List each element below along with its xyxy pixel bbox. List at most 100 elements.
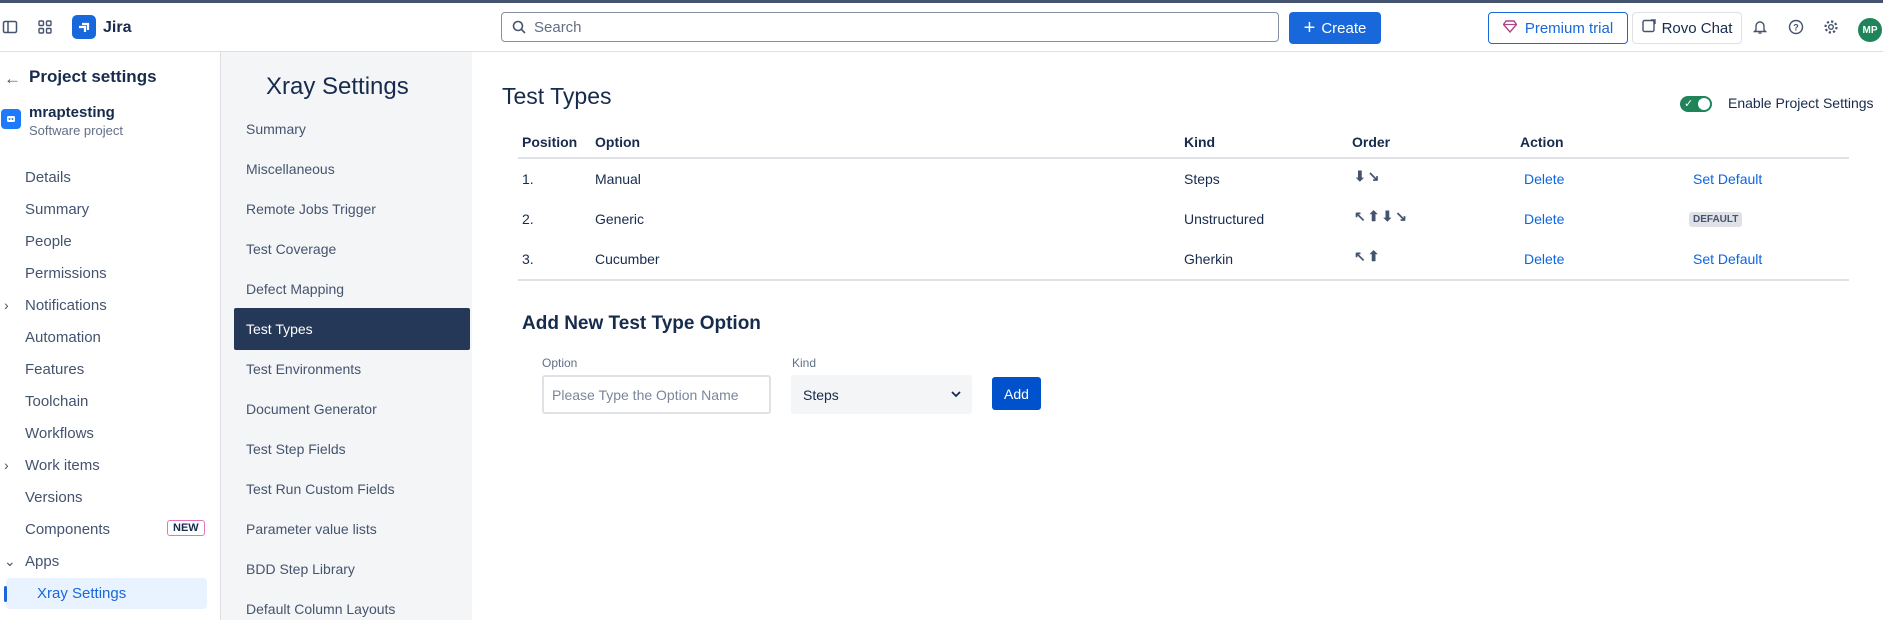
- project-name: mraptesting: [29, 104, 115, 121]
- table-bottom-divider: [518, 279, 1849, 281]
- default-badge: DEFAULT: [1689, 212, 1743, 227]
- svg-text:?: ?: [1793, 23, 1799, 33]
- row-kind: Gherkin: [1184, 251, 1234, 267]
- xray-nav-defect-mapping[interactable]: Defect Mapping: [234, 269, 470, 309]
- new-badge: NEW: [167, 520, 205, 536]
- xray-nav-test-types[interactable]: Test Types: [234, 308, 470, 350]
- chevron-down-icon[interactable]: ⌄: [4, 553, 16, 570]
- row-option: Generic: [595, 211, 645, 227]
- add-button[interactable]: Add: [992, 377, 1041, 410]
- project-avatar-icon: [1, 109, 21, 129]
- xray-nav-default-column-layouts[interactable]: Default Column Layouts: [234, 589, 470, 629]
- column-header-action: Action: [1520, 134, 1564, 150]
- sidebar-item-components[interactable]: Components: [25, 521, 110, 538]
- project-type: Software project: [29, 123, 123, 138]
- help-icon[interactable]: ?: [1786, 17, 1806, 37]
- page-title: Test Types: [502, 83, 612, 109]
- toggle-knob: [1698, 98, 1710, 110]
- row-position: 2.: [522, 211, 534, 227]
- row-position: 1.: [522, 171, 534, 187]
- xray-nav-test-run-custom-fields[interactable]: Test Run Custom Fields: [234, 469, 470, 509]
- sidebar-item-toolchain[interactable]: Toolchain: [25, 393, 88, 410]
- app-name[interactable]: Jira: [103, 19, 131, 37]
- delete-link[interactable]: Delete: [1524, 251, 1564, 267]
- project-settings-title: Project settings: [29, 67, 157, 86]
- xray-nav-test-step-fields[interactable]: Test Step Fields: [234, 429, 470, 469]
- column-header-option: Option: [595, 134, 641, 150]
- order-arrows[interactable]: ⬇↘: [1354, 168, 1381, 185]
- column-header-order: Order: [1352, 134, 1391, 150]
- option-name-input[interactable]: [542, 375, 771, 414]
- plus-icon: +: [1303, 17, 1316, 39]
- column-header-kind: Kind: [1184, 134, 1216, 150]
- sidebar-item-work-items[interactable]: Work items: [25, 457, 100, 474]
- active-indicator: [4, 586, 7, 602]
- premium-trial-button[interactable]: Premium trial: [1488, 12, 1628, 44]
- search-placeholder: Search: [534, 18, 582, 36]
- option-field-label: Option: [542, 356, 578, 370]
- sidebar-item-apps[interactable]: Apps: [25, 553, 59, 570]
- back-arrow-icon[interactable]: ←: [4, 69, 21, 89]
- delete-link[interactable]: Delete: [1524, 171, 1564, 187]
- search-input[interactable]: Search: [501, 12, 1279, 42]
- rovo-chat-button[interactable]: Rovo Chat: [1632, 12, 1742, 44]
- table-header-divider: [518, 157, 1849, 159]
- add-option-heading: Add New Test Type Option: [522, 313, 761, 334]
- xray-nav-test-coverage[interactable]: Test Coverage: [234, 229, 470, 269]
- set-default-link[interactable]: Set Default: [1693, 251, 1762, 267]
- sidebar-item-xray-settings[interactable]: Xray Settings: [37, 585, 126, 602]
- xray-settings-sidebar: Xray Settings Summary Miscellaneous Remo…: [221, 52, 472, 620]
- sidebar-item-versions[interactable]: Versions: [25, 489, 83, 506]
- xray-nav-summary[interactable]: Summary: [234, 109, 470, 149]
- search-icon: [512, 20, 526, 38]
- top-navigation-bar: Jira Search + Create Premium trial Rovo …: [0, 3, 1883, 52]
- sidebar-item-features[interactable]: Features: [25, 361, 84, 378]
- xray-nav-bdd-step-library[interactable]: BDD Step Library: [234, 549, 470, 589]
- row-kind: Unstructured: [1184, 211, 1265, 227]
- rovo-label: Rovo Chat: [1661, 19, 1733, 37]
- chevron-down-icon: [950, 387, 962, 403]
- enable-project-settings-toggle[interactable]: ✓: [1680, 96, 1712, 112]
- sidebar-item-workflows[interactable]: Workflows: [25, 425, 94, 442]
- kind-field-label: Kind: [792, 356, 817, 370]
- xray-nav-parameter-value-lists[interactable]: Parameter value lists: [234, 509, 470, 549]
- create-label: Create: [1321, 19, 1367, 37]
- order-arrows[interactable]: ↖⬆⬇↘: [1354, 208, 1409, 225]
- diamond-icon: [1502, 19, 1518, 37]
- toggle-label: Enable Project Settings: [1728, 95, 1874, 111]
- chevron-right-icon[interactable]: ›: [4, 297, 9, 313]
- column-header-position: Position: [522, 134, 578, 150]
- sidebar-item-people[interactable]: People: [25, 233, 72, 250]
- create-button[interactable]: + Create: [1289, 12, 1381, 44]
- chevron-right-icon[interactable]: ›: [4, 457, 9, 473]
- jira-logo-icon[interactable]: [72, 15, 96, 39]
- xray-nav-remote-jobs-trigger[interactable]: Remote Jobs Trigger: [234, 189, 470, 229]
- settings-gear-icon[interactable]: [1821, 17, 1841, 37]
- xray-nav-miscellaneous[interactable]: Miscellaneous: [234, 149, 470, 189]
- avatar[interactable]: MP: [1858, 18, 1882, 42]
- row-kind: Steps: [1184, 171, 1220, 187]
- app-switcher-icon[interactable]: [35, 17, 55, 37]
- kind-select[interactable]: Steps: [791, 375, 972, 414]
- row-option: Cucumber: [595, 251, 660, 267]
- sidebar-item-details[interactable]: Details: [25, 169, 71, 186]
- check-icon: ✓: [1684, 98, 1694, 110]
- sidebar-item-automation[interactable]: Automation: [25, 329, 101, 346]
- xray-settings-title: Xray Settings: [266, 73, 409, 100]
- chat-icon: [1641, 19, 1656, 37]
- delete-link[interactable]: Delete: [1524, 211, 1564, 227]
- premium-label: Premium trial: [1524, 19, 1614, 37]
- kind-select-value: Steps: [803, 386, 839, 403]
- project-settings-sidebar: ← Project settings mraptesting Software …: [0, 52, 221, 620]
- sidebar-toggle-icon[interactable]: [0, 17, 20, 37]
- order-arrows[interactable]: ↖⬆: [1354, 248, 1381, 265]
- row-position: 3.: [522, 251, 534, 267]
- sidebar-item-summary[interactable]: Summary: [25, 201, 89, 218]
- sidebar-item-notifications[interactable]: Notifications: [25, 297, 107, 314]
- set-default-link[interactable]: Set Default: [1693, 171, 1762, 187]
- row-option: Manual: [595, 171, 641, 187]
- xray-nav-test-environments[interactable]: Test Environments: [234, 349, 470, 389]
- notifications-bell-icon[interactable]: [1750, 17, 1770, 37]
- xray-nav-document-generator[interactable]: Document Generator: [234, 389, 470, 429]
- sidebar-item-permissions[interactable]: Permissions: [25, 265, 107, 282]
